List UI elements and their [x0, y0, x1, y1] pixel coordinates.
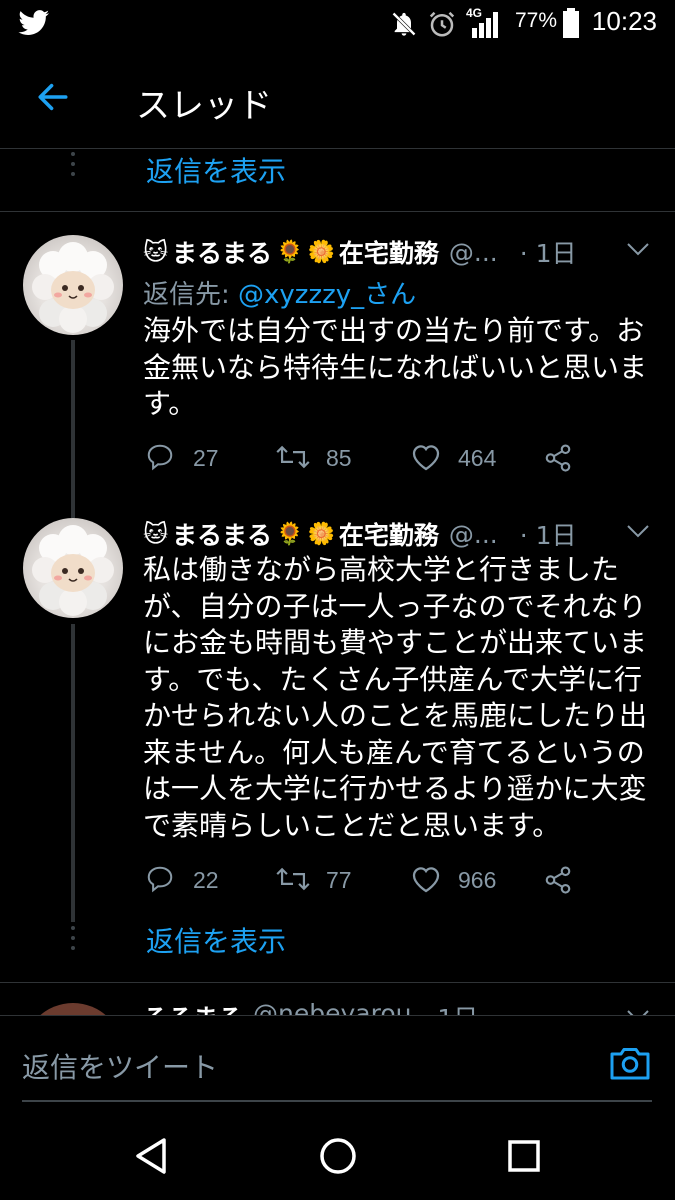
- reply-composer: 返信をツイート: [0, 1015, 675, 1116]
- sunflower-emoji-icon: 🌻: [276, 239, 304, 265]
- tweet-text: 私は働きながら高校大学と行きましたが、自分の子は一人っ子なのでそれなりにお金も時…: [143, 553, 648, 842]
- chevron-down-icon[interactable]: [626, 524, 650, 538]
- sunflower-emoji-icon: 🌻: [276, 521, 304, 547]
- battery-percent: 77%: [515, 9, 558, 32]
- tweet-text: 海外では自分で出すの当たり前です。お金無いなら特待生になればいいと思います。: [143, 314, 648, 420]
- retweet-count: 85: [326, 445, 352, 471]
- app-header: スレッド: [0, 48, 675, 149]
- alarm-icon: [429, 11, 455, 37]
- page-title: スレッド: [136, 86, 272, 126]
- battery-icon: [563, 8, 579, 38]
- reply-icon[interactable]: [145, 864, 175, 894]
- show-replies-link-bottom[interactable]: 返信を表示: [146, 920, 286, 960]
- display-name[interactable]: まるまる: [172, 234, 272, 270]
- tweet-header: るるまる @nebeyarou · 1日: [143, 999, 478, 1015]
- tweet-time: · 1日: [519, 239, 577, 268]
- recents-square-icon[interactable]: [507, 1139, 541, 1173]
- display-name-suffix: 在宅勤務: [338, 239, 439, 268]
- heart-icon[interactable]: [410, 442, 442, 472]
- chevron-down-icon[interactable]: [626, 242, 650, 256]
- sheep-avatar-icon: [32, 525, 114, 616]
- sheep-avatar-icon: [32, 242, 114, 333]
- like-count: 464: [458, 445, 497, 471]
- retweet-count: 77: [326, 867, 352, 893]
- display-name[interactable]: まるまる: [172, 516, 272, 552]
- display-name[interactable]: るるまる: [143, 999, 243, 1015]
- retweet-icon[interactable]: [276, 865, 310, 893]
- thread-connector: [71, 340, 75, 514]
- reply-count: 22: [193, 867, 219, 893]
- reply-to-handle[interactable]: @xyzzzy_さん: [238, 280, 416, 310]
- retweet-icon[interactable]: [276, 443, 310, 471]
- show-replies-link-top[interactable]: 返信を表示: [146, 150, 286, 190]
- camera-icon[interactable]: [609, 1044, 651, 1082]
- avatar[interactable]: [23, 235, 123, 335]
- thread-dots: [70, 924, 76, 954]
- tweet-time: · 1日: [421, 999, 478, 1015]
- cat-emoji-icon: 🐱: [143, 238, 169, 266]
- share-icon[interactable]: [543, 443, 573, 473]
- cat-emoji-icon: 🐱: [143, 520, 169, 548]
- display-name-suffix: 在宅勤務: [338, 521, 439, 550]
- user-handle[interactable]: @nebeyarou: [253, 999, 411, 1015]
- status-bar: 4G 77% 10:23: [0, 0, 675, 48]
- system-nav-bar: [0, 1115, 675, 1200]
- tweet-1[interactable]: 🐱 まるまる 🌻 🌼 在宅勤務 @... · 1日 返信先: @xyzzzy_さ…: [0, 212, 675, 514]
- tweet-2[interactable]: 🐱 まるまる 🌻 🌼 在宅勤務 @... · 1日 私は働きながら高校大学と行き…: [0, 502, 675, 922]
- tweet-header: 🐱 まるまる 🌻 🌼 在宅勤務 @... · 1日: [143, 234, 643, 270]
- thread-connector: [71, 502, 75, 518]
- tweet-time: · 1日: [519, 521, 577, 550]
- like-count: 966: [458, 867, 497, 893]
- reply-input[interactable]: 返信をツイート: [22, 1046, 218, 1086]
- reply-icon[interactable]: [145, 442, 175, 472]
- user-handle[interactable]: @...: [449, 238, 498, 267]
- daisy-emoji-icon: 🌼: [307, 239, 335, 265]
- twitter-bird-icon: [18, 10, 50, 35]
- back-triangle-icon[interactable]: [134, 1137, 168, 1175]
- user-handle[interactable]: @...: [449, 520, 498, 549]
- daisy-emoji-icon: 🌼: [307, 521, 335, 547]
- back-arrow-icon[interactable]: [34, 80, 72, 114]
- tweet-header: 🐱 まるまる 🌻 🌼 在宅勤務 @... · 1日: [143, 516, 643, 552]
- tweet-actions: 27 85 464: [143, 440, 643, 476]
- thread-connector: [71, 624, 75, 922]
- reply-to-line: 返信先: @xyzzzy_さん: [143, 274, 416, 311]
- reply-count: 27: [193, 445, 219, 471]
- share-icon[interactable]: [543, 865, 573, 895]
- tweet-actions: 22 77 966: [143, 862, 643, 898]
- home-circle-icon[interactable]: [319, 1137, 357, 1175]
- reply-to-label: 返信先:: [143, 280, 239, 310]
- clock-time: 10:23: [591, 6, 657, 36]
- thread-dots: [70, 150, 76, 180]
- tweet-3-partial[interactable]: るるまる @nebeyarou · 1日: [0, 983, 675, 1015]
- input-underline: [22, 1100, 652, 1102]
- bell-muted-icon: [392, 12, 416, 36]
- avatar[interactable]: [23, 1003, 123, 1015]
- heart-icon[interactable]: [410, 864, 442, 894]
- avatar[interactable]: [23, 518, 123, 618]
- signal-icon: [472, 12, 498, 38]
